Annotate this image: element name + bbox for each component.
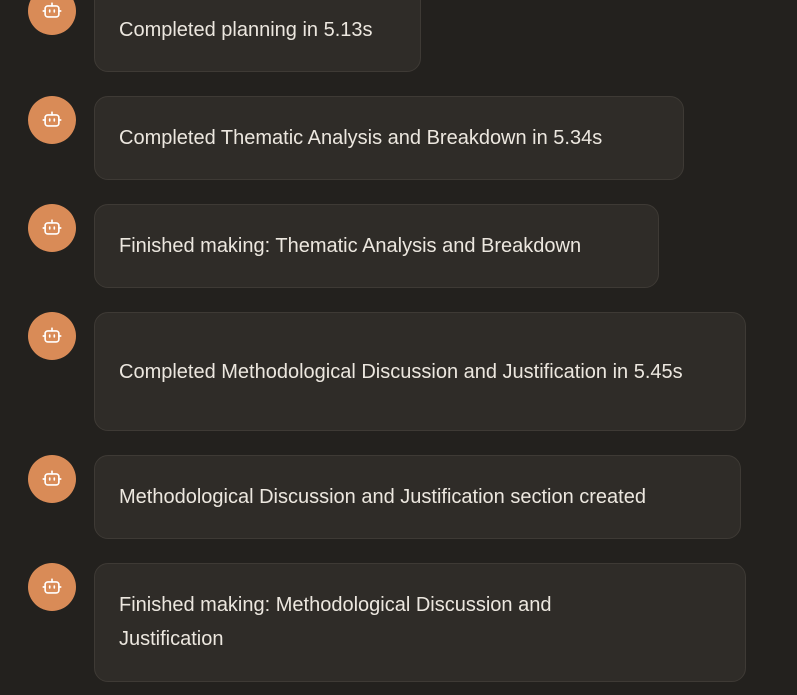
- avatar: [28, 204, 76, 252]
- message-text: Methodological Discussion and Justificat…: [119, 486, 646, 508]
- robot-icon: [42, 578, 62, 594]
- robot-icon: [42, 327, 62, 343]
- message-text: Completed Methodological Discussion and …: [119, 360, 683, 383]
- message-bubble: Finished making: Thematic Analysis and B…: [94, 204, 659, 288]
- message-feed: Completed planning in 5.13s Completed Th…: [0, 0, 797, 695]
- message-bubble: Methodological Discussion and Justificat…: [94, 455, 741, 539]
- avatar: [28, 563, 76, 611]
- robot-icon: [42, 2, 62, 18]
- message-text: Completed Thematic Analysis and Breakdow…: [119, 127, 603, 149]
- message-bubble: Completed Thematic Analysis and Breakdow…: [94, 96, 684, 180]
- avatar: [28, 455, 76, 503]
- message-bubble: Completed planning in 5.13s: [94, 0, 421, 72]
- avatar: [28, 96, 76, 144]
- message-text: Finished making: Thematic Analysis and B…: [119, 235, 582, 257]
- avatar: [28, 312, 76, 360]
- message-bubble: Completed Methodological Discussion and …: [94, 312, 746, 431]
- message-text: Finished making: Methodological Discussi…: [119, 594, 552, 650]
- message-text: Completed planning in 5.13s: [119, 19, 373, 41]
- robot-icon: [42, 219, 62, 235]
- avatar: [28, 0, 76, 35]
- robot-icon: [42, 111, 62, 127]
- message-bubble: Finished making: Methodological Discussi…: [94, 563, 746, 682]
- robot-icon: [42, 470, 62, 486]
